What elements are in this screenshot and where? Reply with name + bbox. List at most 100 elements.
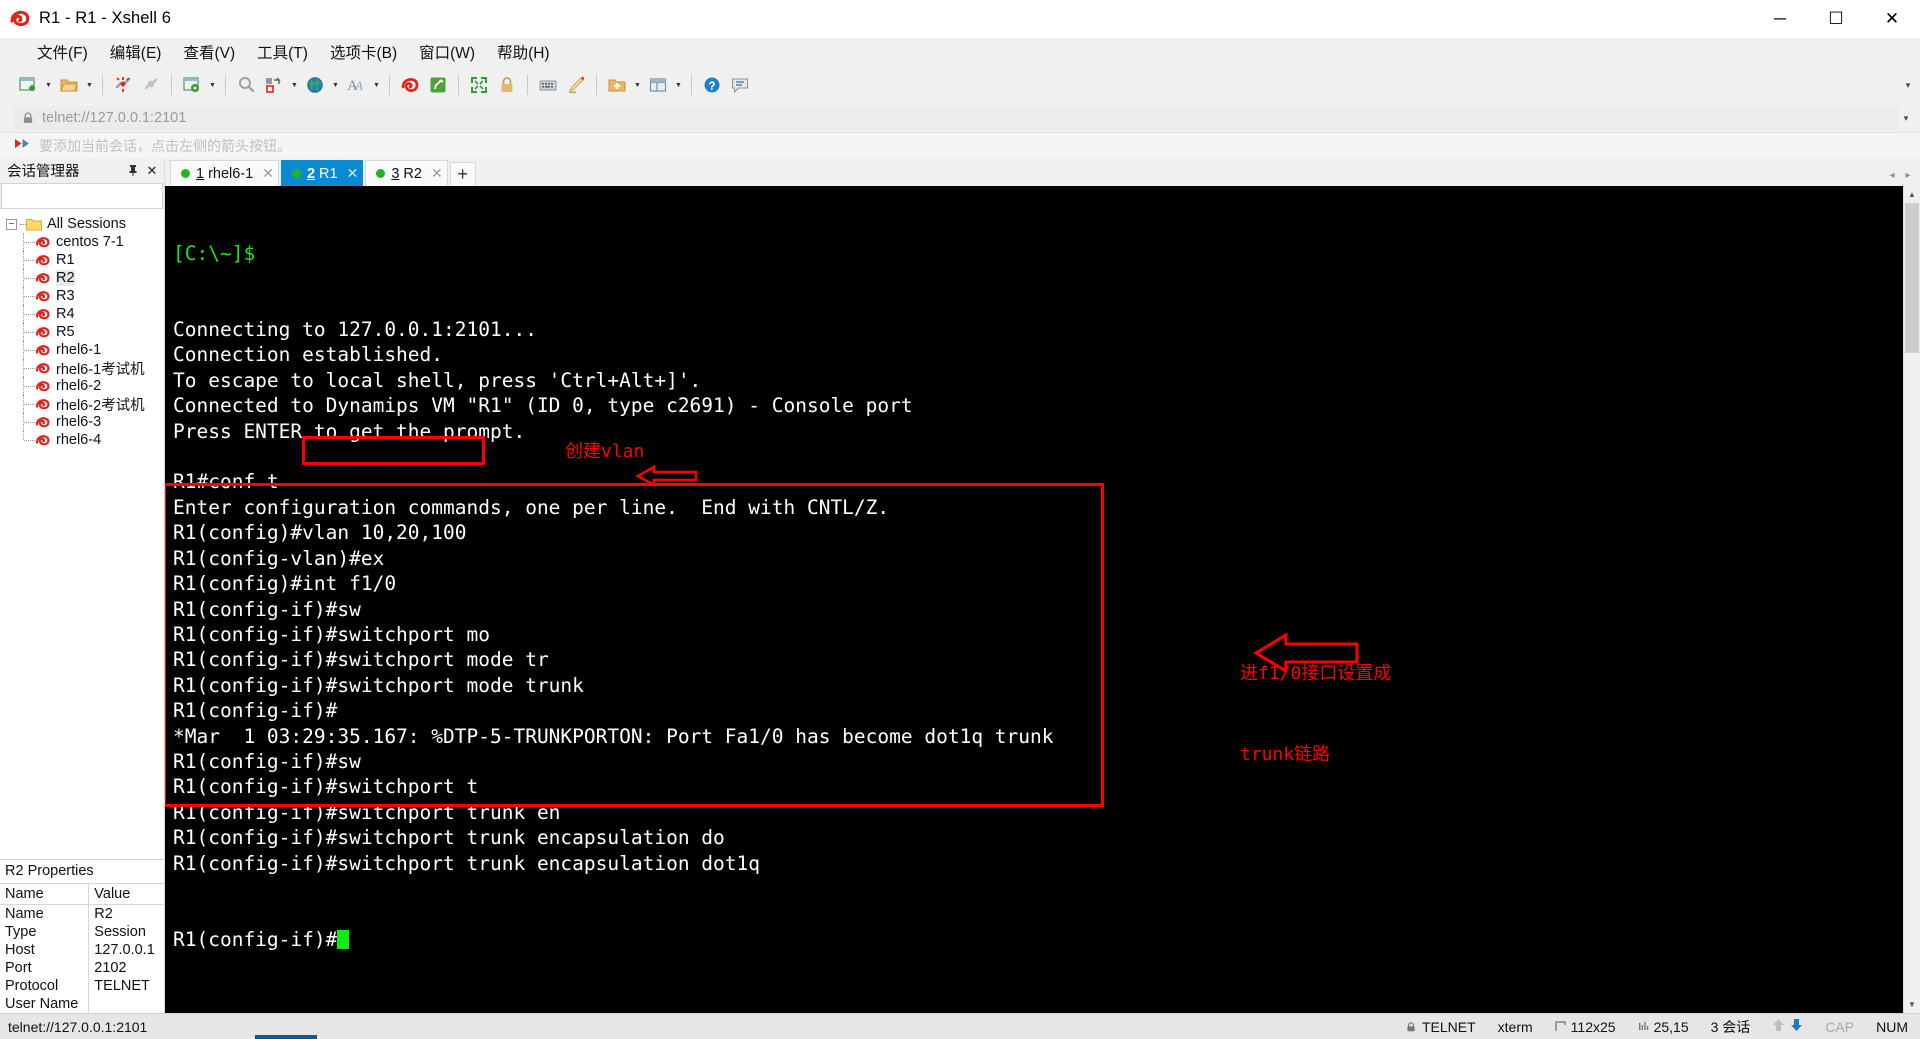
close-panel-icon[interactable]: ✕ [144, 162, 160, 180]
new-session-icon[interactable] [14, 71, 42, 99]
expander-icon[interactable]: − [6, 218, 17, 230]
session-label: R1 [56, 252, 75, 268]
xshell-window: R1 - R1 - Xshell 6 ─ ☐ ✕ 文件(F) 编辑(E) 查看(… [0, 0, 1920, 1039]
scrollbar-thumb[interactable] [1905, 203, 1919, 353]
session-tree-item[interactable]: R1 [0, 251, 164, 269]
session-tree-item[interactable]: rhel6-4 [0, 431, 164, 449]
add-folder-dropdown-icon[interactable]: ▼ [631, 71, 644, 99]
tab-close-icon[interactable]: ✕ [347, 165, 359, 182]
tree-rail-h [24, 277, 35, 279]
address-dropdown-icon[interactable]: ▾ [1898, 104, 1914, 132]
new-session-button[interactable]: ▼ [14, 70, 55, 100]
terminal-line: Connected to Dynamips VM "R1" (ID 0, typ… [173, 394, 913, 418]
highlight-pen-icon[interactable] [562, 71, 590, 99]
toolbar-overflow-icon[interactable]: ▾ [1900, 66, 1916, 104]
session-tree-item[interactable]: rhel6-3 [0, 413, 164, 431]
session-tree-item[interactable]: rhel6-1 [0, 341, 164, 359]
menu-tools[interactable]: 工具(T) [246, 39, 319, 65]
new-tab-button[interactable]: + [449, 162, 476, 186]
disconnect-icon[interactable] [109, 71, 137, 99]
terminal-line: R1(config-if)#switchport mo [173, 622, 490, 646]
session-icon [35, 289, 52, 304]
close-button[interactable]: ✕ [1864, 0, 1920, 38]
xftp-icon[interactable] [424, 71, 452, 99]
terminal-line: R1(config)#int f1/0 [173, 572, 397, 596]
open-folder-icon[interactable] [55, 71, 83, 99]
keyboard-icon[interactable] [534, 71, 562, 99]
scrollbar-track[interactable] [1904, 203, 1920, 996]
terminal-line: Connection established. [173, 343, 444, 367]
help-icon[interactable]: ? [698, 71, 726, 99]
menu-edit[interactable]: 编辑(E) [99, 39, 173, 65]
reconnect-icon[interactable] [137, 71, 165, 99]
file-transfer-icon[interactable] [260, 71, 288, 99]
add-folder-button[interactable]: ▼ [603, 70, 644, 100]
font-icon[interactable]: A A [342, 71, 370, 99]
terminal-scrollbar[interactable]: ▲ ▼ [1903, 186, 1920, 1013]
status-protocol-label: TELNET [1421, 1018, 1476, 1035]
new-session-dropdown-icon[interactable]: ▼ [42, 71, 55, 99]
tab-r2[interactable]: 3 R2 ✕ [365, 160, 448, 186]
tab-r1[interactable]: 2 R1 ✕ [280, 160, 364, 186]
session-tree[interactable]: − All Sessions centos 7-1 R1 R2 R3 R4 R5 rhel6… [0, 209, 164, 859]
file-transfer-dropdown-icon[interactable]: ▼ [288, 71, 301, 99]
minimize-button[interactable]: ─ [1752, 0, 1808, 38]
session-tree-item[interactable]: R5 [0, 323, 164, 341]
scroll-down-icon[interactable]: ▼ [1904, 996, 1920, 1013]
feedback-icon[interactable] [726, 71, 754, 99]
menu-help[interactable]: 帮助(H) [486, 39, 561, 65]
toolbar-separator [527, 75, 528, 95]
session-tree-item[interactable]: rhel6-2 [0, 377, 164, 395]
menu-file[interactable]: 文件(F) [26, 39, 99, 65]
tab-scroll-left-icon[interactable]: ◂ [1884, 164, 1900, 186]
pin-icon[interactable] [125, 162, 141, 180]
cursor-icon [1638, 1021, 1649, 1032]
menu-tabs[interactable]: 选项卡(B) [319, 39, 408, 65]
session-tree-item[interactable]: R3 [0, 287, 164, 305]
session-properties-button[interactable]: ▼ [178, 70, 219, 100]
xshell-icon[interactable] [396, 71, 424, 99]
layout-icon[interactable] [644, 71, 672, 99]
session-tree-item[interactable]: R2 [0, 269, 164, 287]
tab-scroll-right-icon[interactable]: ▸ [1900, 164, 1916, 186]
session-search-input[interactable] [2, 187, 185, 205]
menu-window[interactable]: 窗口(W) [408, 39, 486, 65]
font-button[interactable]: A A ▼ [342, 70, 383, 100]
session-properties-icon[interactable] [178, 71, 206, 99]
web-browser-button[interactable]: ▼ [301, 70, 342, 100]
session-tree-item[interactable]: rhel6-1考试机 [0, 359, 164, 378]
scroll-up-icon[interactable]: ▲ [1904, 186, 1920, 203]
web-browser-icon[interactable] [301, 71, 329, 99]
layout-dropdown-icon[interactable]: ▼ [672, 71, 685, 99]
tab-status-led-icon [181, 169, 190, 178]
lock-icon[interactable] [493, 71, 521, 99]
session-tree-item[interactable]: rhel6-2考试机 [0, 395, 164, 414]
layout-button[interactable]: ▼ [644, 70, 685, 100]
font-dropdown-icon[interactable]: ▼ [370, 71, 383, 99]
tab-number: 1 [196, 165, 205, 182]
fullscreen-icon[interactable] [465, 71, 493, 99]
session-tree-item[interactable]: centos 7-1 [0, 233, 164, 251]
find-icon[interactable] [232, 71, 260, 99]
tab-close-icon[interactable]: ✕ [262, 165, 274, 182]
terminal-output[interactable]: [C:\~]$ Connecting to 127.0.0.1:2101... C… [165, 186, 1903, 1013]
tree-root-all-sessions[interactable]: − All Sessions [0, 215, 164, 233]
web-browser-dropdown-icon[interactable]: ▼ [329, 71, 342, 99]
menu-view[interactable]: 查看(V) [172, 39, 246, 65]
tab-close-icon[interactable]: ✕ [431, 165, 443, 182]
terminal-line: *Mar 1 03:29:35.167: %DTP-5-TRUNKPORTON:… [173, 724, 1054, 748]
add-folder-icon[interactable] [603, 71, 631, 99]
session-properties-dropdown-icon[interactable]: ▼ [206, 71, 219, 99]
terminal-line: R1(config-if)#switchport mode tr [173, 648, 549, 672]
open-session-dropdown-icon[interactable]: ▼ [83, 71, 96, 99]
file-transfer-button[interactable]: ▼ [260, 70, 301, 100]
terminal-wrap: [C:\~]$ Connecting to 127.0.0.1:2101... C… [165, 186, 1920, 1013]
session-search[interactable] [1, 183, 199, 209]
open-session-button[interactable]: ▼ [55, 70, 96, 100]
tab-rhel6-1[interactable]: 1 rhel6-1 ✕ [170, 160, 279, 186]
address-input[interactable]: telnet://127.0.0.1:2101 [14, 106, 1898, 130]
session-tree-item[interactable]: R4 [0, 305, 164, 323]
hint-bar: 要添加当前会话，点击左侧的箭头按钮。 [0, 132, 1920, 158]
session-list[interactable]: centos 7-1 R1 R2 R3 R4 R5 rhel6-1 rhel6-1考试机 rhe… [0, 233, 164, 449]
maximize-button[interactable]: ☐ [1808, 0, 1864, 38]
